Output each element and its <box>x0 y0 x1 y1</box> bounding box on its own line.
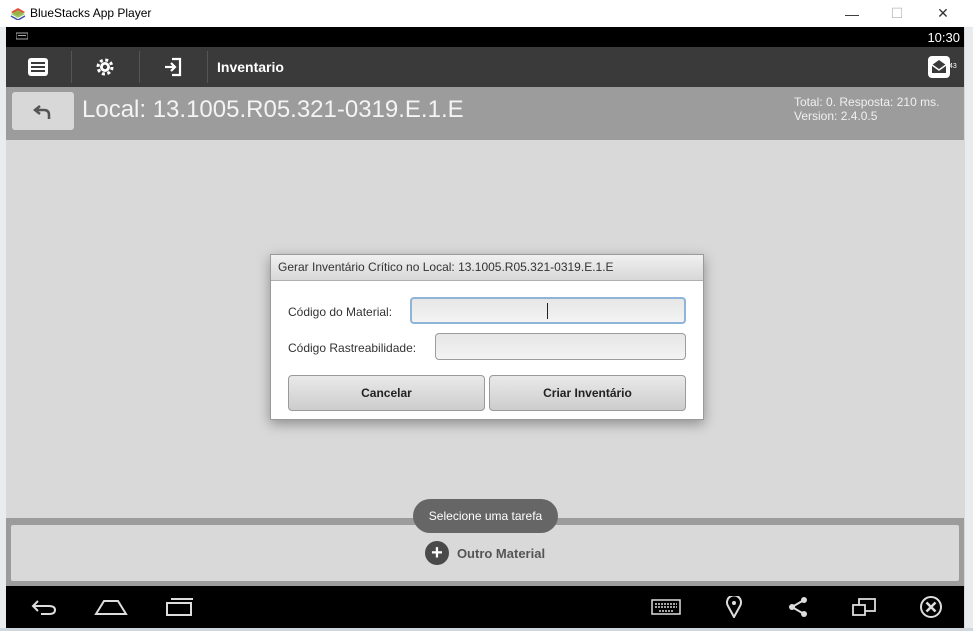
version-label: Version: 2.4.0.5 <box>794 109 878 123</box>
traceability-code-input[interactable] <box>435 333 686 360</box>
location-title: Local: 13.1005.R05.321-0319.E.1.E <box>82 96 464 123</box>
material-code-label: Código do Material: <box>288 305 393 319</box>
action-bar-title: Inventario <box>217 59 284 75</box>
back-icon[interactable] <box>24 594 64 620</box>
screen-icon[interactable] <box>844 594 884 620</box>
response-stats: Total: 0. Resposta: 210 ms. <box>794 95 940 109</box>
action-bar-divider <box>207 51 208 83</box>
bluestacks-logo-icon <box>10 8 26 20</box>
android-nav-bar <box>6 586 964 628</box>
cancel-button[interactable]: Cancelar <box>288 375 485 411</box>
gear-icon <box>96 58 114 76</box>
maximize-button[interactable]: ☐ <box>874 0 920 27</box>
recent-apps-icon[interactable] <box>158 594 198 620</box>
home-icon[interactable] <box>91 594 131 620</box>
close-icon[interactable] <box>911 594 951 620</box>
toast-message: Selecione uma tarefa <box>413 499 558 533</box>
window-title: BlueStacks App Player <box>30 6 152 20</box>
keyboard-icon[interactable] <box>646 594 686 620</box>
location-header: Local: 13.1005.R05.321-0319.E.1.E Total:… <box>6 87 964 140</box>
mail-count-badge: 43 <box>949 63 957 70</box>
window-titlebar: BlueStacks App Player — ☐ ✕ <box>0 0 973 28</box>
android-status-bar: 10:30 <box>6 27 964 47</box>
login-icon <box>165 57 182 77</box>
text-caret <box>547 303 548 319</box>
login-button[interactable] <box>140 47 206 87</box>
menu-icon <box>28 58 48 76</box>
status-clock: 10:30 <box>927 30 960 45</box>
mail-icon <box>928 56 950 78</box>
close-window-button[interactable]: ✕ <box>920 0 966 27</box>
share-icon[interactable] <box>778 594 818 620</box>
back-button[interactable] <box>12 92 74 130</box>
location-icon[interactable] <box>714 594 754 620</box>
settings-button[interactable] <box>72 47 138 87</box>
material-code-input[interactable] <box>410 297 686 324</box>
action-bar: Inventario 43 <box>6 47 964 87</box>
menu-button[interactable] <box>6 47 70 87</box>
other-material-button[interactable]: + Outro Material <box>11 525 959 581</box>
inventory-dialog: Gerar Inventário Crítico no Local: 13.10… <box>270 254 704 420</box>
other-material-label: Outro Material <box>456 545 546 561</box>
keyboard-status-icon <box>16 32 28 40</box>
undo-arrow-icon <box>32 105 51 119</box>
plus-icon: + <box>424 541 449 565</box>
stats-info: Total: 0. Resposta: 210 ms. Version: 2.4… <box>794 95 939 123</box>
desktop-edge-right <box>965 0 973 631</box>
traceability-code-label: Código Rastreabilidade: <box>288 341 417 355</box>
create-inventory-button[interactable]: Criar Inventário <box>489 375 686 411</box>
minimize-button[interactable]: — <box>829 0 875 27</box>
dialog-title: Gerar Inventário Crítico no Local: 13.10… <box>271 255 703 281</box>
